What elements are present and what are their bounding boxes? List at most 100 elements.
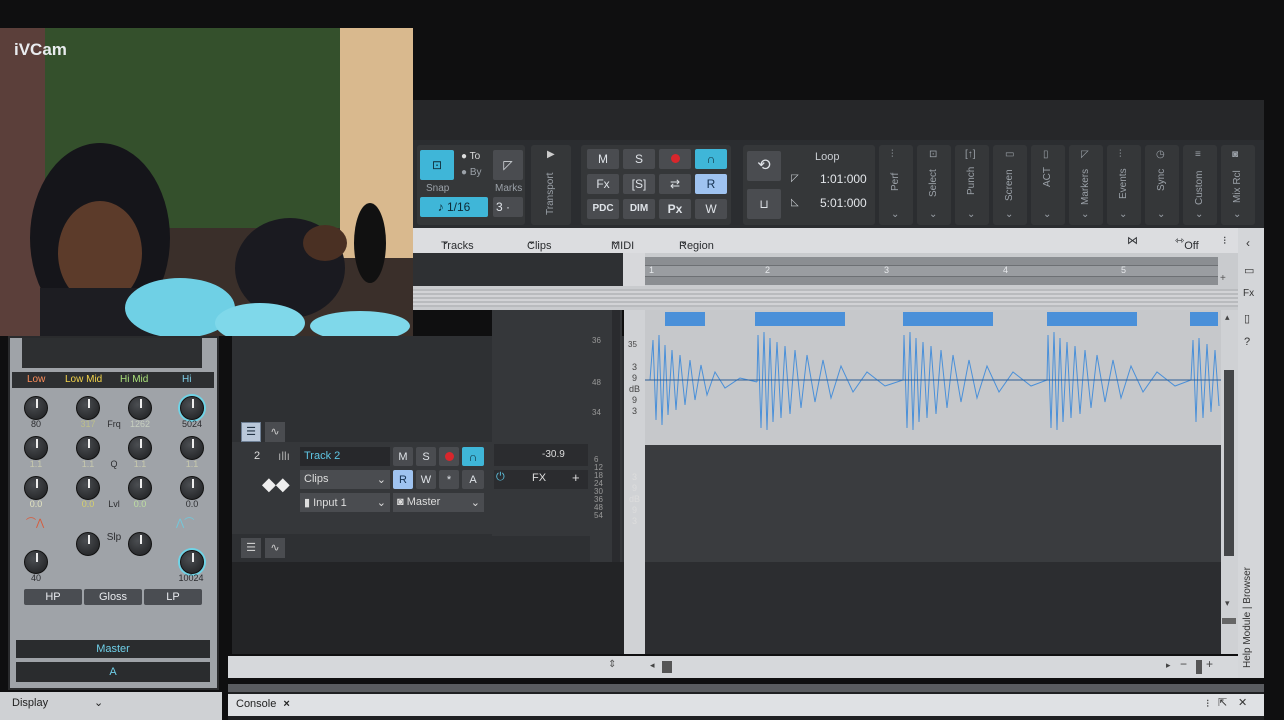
- low-shelf-icon[interactable]: ⌒⋀: [26, 514, 44, 529]
- off-toggle[interactable]: ⇿ Off: [1175, 234, 1199, 252]
- play-icon[interactable]: ▶: [547, 149, 555, 160]
- module-markers[interactable]: ◸ Markers ⌄: [1069, 145, 1103, 225]
- folder-icon[interactable]: ▭: [1244, 264, 1254, 277]
- track-solo-button[interactable]: S: [416, 447, 436, 466]
- menu-midi[interactable]: MIDI ⌄: [611, 234, 634, 252]
- loop-fit-button[interactable]: ⊔: [747, 189, 781, 219]
- hp-freq-knob[interactable]: [24, 550, 48, 574]
- px-button[interactable]: Px: [659, 199, 691, 219]
- add-marker-icon[interactable]: +: [1220, 273, 1226, 284]
- track-name-field[interactable]: Track 2: [300, 447, 390, 466]
- band-hi[interactable]: Hi: [182, 374, 191, 385]
- track-2-lane[interactable]: [645, 445, 1221, 562]
- undock-icon[interactable]: ⇱: [1218, 696, 1227, 709]
- marks-button[interactable]: ◸: [493, 150, 523, 180]
- menu-tracks[interactable]: Tracks ⌄: [441, 234, 474, 252]
- module-sync[interactable]: ◷ Sync ⌄: [1145, 145, 1179, 225]
- track-clips-select[interactable]: Clips ⌄: [300, 470, 390, 489]
- scroll-right-icon[interactable]: ▸: [1166, 660, 1171, 671]
- pdc-button[interactable]: PDC: [587, 199, 619, 219]
- low-freq-knob[interactable]: [24, 396, 48, 420]
- close-dock-icon[interactable]: ✕: [1238, 696, 1247, 709]
- menu-clips[interactable]: Clips ⌄: [527, 234, 551, 252]
- empty-track-area[interactable]: [645, 562, 1221, 654]
- tab-console[interactable]: Console ×: [228, 694, 304, 716]
- low-q-knob[interactable]: [24, 436, 48, 460]
- input-echo-button[interactable]: ⇄: [659, 174, 691, 194]
- zoom-in-icon[interactable]: +: [1206, 657, 1213, 671]
- module-custom[interactable]: ≡ Custom ⌄: [1183, 145, 1217, 225]
- fx-browser-icon[interactable]: Fx: [1243, 288, 1254, 299]
- track-volume-slider[interactable]: [494, 444, 588, 466]
- hi-mid-level-knob[interactable]: [128, 476, 152, 500]
- horizontal-zoom-slider[interactable]: [1196, 660, 1202, 674]
- snap-to-radio[interactable]: ● To: [461, 151, 480, 162]
- split-icon[interactable]: ⇕: [608, 659, 616, 670]
- scroll-left-icon[interactable]: ◂: [650, 660, 655, 671]
- track-2-lanes-icon[interactable]: ☰: [241, 538, 261, 558]
- module-perf[interactable]: ⫶ Perf ⌄: [879, 145, 913, 225]
- track-1-lanes-icon[interactable]: ☰: [241, 422, 261, 442]
- snap-resolution-select[interactable]: ♪ 1/16: [420, 197, 488, 217]
- loop-toggle-button[interactable]: ⟲: [747, 151, 781, 181]
- eq-graph[interactable]: [22, 338, 202, 368]
- write-automation-button[interactable]: W: [695, 199, 727, 219]
- audio-clip[interactable]: [645, 310, 1221, 445]
- snap-by-radio[interactable]: ● By: [461, 167, 482, 178]
- vertical-zoom-slider[interactable]: [1222, 618, 1236, 624]
- chevron-left-icon[interactable]: ‹: [1246, 236, 1250, 250]
- hi-freq-knob[interactable]: [180, 396, 204, 420]
- transport-module[interactable]: ▶ Transport: [531, 145, 571, 225]
- track-input-echo-button[interactable]: ∩: [462, 447, 484, 466]
- lp-freq-knob[interactable]: [180, 550, 204, 574]
- hi-slope-knob[interactable]: [128, 532, 152, 556]
- low-mid-freq-knob[interactable]: [76, 396, 100, 420]
- dim-button[interactable]: DIM: [623, 199, 655, 219]
- track-2-automation-icon[interactable]: ∿: [265, 538, 285, 558]
- hi-q-knob[interactable]: [180, 436, 204, 460]
- read-automation-button[interactable]: R: [695, 174, 727, 194]
- record-all-button[interactable]: [659, 149, 691, 169]
- band-hi-mid[interactable]: Hi Mid: [120, 374, 148, 385]
- add-fx-icon[interactable]: +: [572, 470, 580, 485]
- low-level-knob[interactable]: [24, 476, 48, 500]
- track-read-button[interactable]: R: [393, 470, 413, 489]
- track-record-arm-button[interactable]: [439, 447, 459, 466]
- hi-mid-q-knob[interactable]: [128, 436, 152, 460]
- horizontal-scroll-thumb[interactable]: [662, 661, 672, 673]
- monitor-all-button[interactable]: ∩: [695, 149, 727, 169]
- lp-button[interactable]: LP: [144, 589, 202, 605]
- track-input-select[interactable]: ▮ Input 1 ⌄: [300, 493, 390, 512]
- track-pane-splitter[interactable]: [413, 289, 1238, 307]
- hp-button[interactable]: HP: [24, 589, 82, 605]
- snap-to-grid-icon[interactable]: ⋈: [1127, 234, 1138, 247]
- hi-shelf-icon[interactable]: ⋀⌒: [176, 514, 194, 529]
- track-archive-button[interactable]: A: [462, 470, 484, 489]
- track-write-button[interactable]: W: [416, 470, 436, 489]
- track-freeze-button[interactable]: *: [439, 470, 459, 489]
- snap-toggle-button[interactable]: ⊡: [420, 150, 454, 180]
- hi-mid-freq-knob[interactable]: [128, 396, 152, 420]
- track-output-select[interactable]: ◙ Master ⌄: [393, 493, 484, 512]
- vertical-scrollbar[interactable]: ▴ ▾: [1221, 310, 1238, 654]
- more-icon[interactable]: ⁝: [1223, 234, 1227, 247]
- mute-all-button[interactable]: M: [587, 149, 619, 169]
- module-screen[interactable]: ▭ Screen ⌄: [993, 145, 1027, 225]
- marks-value-select[interactable]: 3 ·: [493, 197, 523, 217]
- more-icon[interactable]: ⁝: [1206, 697, 1210, 710]
- scroll-up-icon[interactable]: ▴: [1225, 312, 1230, 323]
- display-select[interactable]: Display ⌄: [0, 692, 222, 720]
- module-act[interactable]: ▯ ACT ⌄: [1031, 145, 1065, 225]
- loop-start-field[interactable]: 1:01:000: [820, 172, 867, 186]
- menu-region-fx[interactable]: Region FX ⌄: [679, 234, 714, 264]
- loop-end-field[interactable]: 5:01:000: [820, 196, 867, 210]
- document-icon[interactable]: ▯: [1244, 312, 1250, 325]
- module-events[interactable]: ⫶ Events ⌄: [1107, 145, 1141, 225]
- module-select[interactable]: ⊡ Select ⌄: [917, 145, 951, 225]
- output-master-select[interactable]: Master: [16, 640, 210, 658]
- scroll-down-icon[interactable]: ▾: [1225, 598, 1230, 609]
- low-slope-knob[interactable]: [76, 532, 100, 556]
- module-mix-recall[interactable]: ◙ Mix Rcl ⌄: [1221, 145, 1255, 225]
- low-mid-q-knob[interactable]: [76, 436, 100, 460]
- solo-all-button[interactable]: S: [623, 149, 655, 169]
